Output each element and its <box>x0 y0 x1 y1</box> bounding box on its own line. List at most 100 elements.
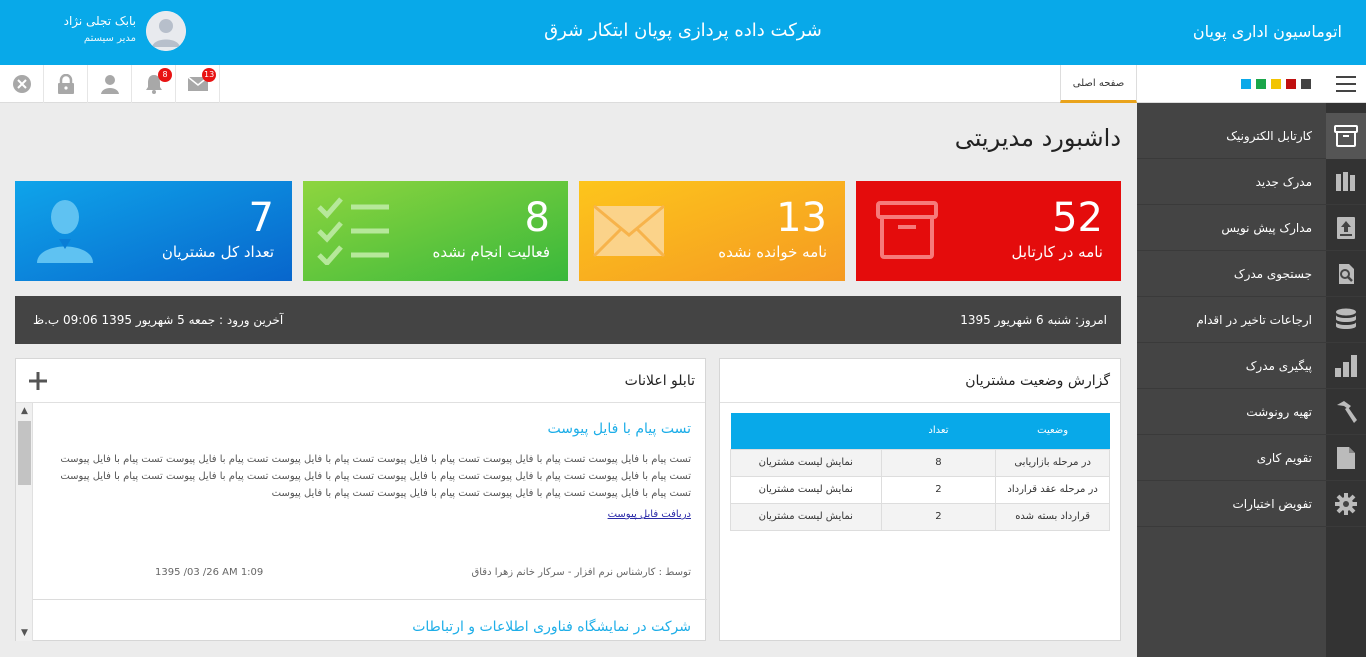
theme-swatch[interactable] <box>1241 79 1251 89</box>
bulletin-body: تست پیام با فایل پیوست تست پیام با فایل … <box>60 454 691 499</box>
company-name: شرکت داده پردازی پویان ابتکار شرق <box>544 20 822 41</box>
sidebar-item-delegation[interactable]: تفویض اختیارات <box>1137 481 1366 527</box>
tile-label: فعالیت انجام نشده <box>432 243 550 261</box>
theme-swatch[interactable] <box>1256 79 1266 89</box>
sidebar-item-label: تفویض اختیارات <box>1232 497 1312 511</box>
gear-icon <box>1326 481 1366 527</box>
list-item: تست پیام با فایل پیوست تست پیام با فایل … <box>33 421 707 521</box>
date-info-bar: امروز: شنبه 6 شهریور 1395 آخرین ورود : ج… <box>15 296 1121 344</box>
lock-icon <box>57 74 74 94</box>
sidebar-item-delayed[interactable]: ارجاعات تاخیر در اقدام <box>1137 297 1366 343</box>
sidebar-item-cartable[interactable]: کارتابل الکترونیک <box>1137 113 1366 159</box>
tile-label: نامه خوانده نشده <box>718 243 827 261</box>
archive-box-icon <box>876 201 938 259</box>
user-role: مدیر سیستم <box>83 33 136 44</box>
lock-button[interactable] <box>44 65 88 103</box>
sidebar-item-new-doc[interactable]: مدرک جدید <box>1137 159 1366 205</box>
chart-blocks-icon <box>1326 343 1366 389</box>
sidebar-item-label: مدرک جدید <box>1255 175 1312 189</box>
tile-label: نامه در کارتابل <box>1011 243 1103 261</box>
list-item: شرکت در نمایشگاه فناوری اطلاعات و ارتباط… <box>33 619 707 635</box>
books-icon <box>1326 159 1366 205</box>
upload-doc-icon <box>1326 205 1366 251</box>
scroll-down-icon[interactable]: ▼ <box>16 625 33 641</box>
tile-cartable[interactable]: 52 نامه در کارتابل <box>856 181 1121 281</box>
profile-button[interactable] <box>88 65 132 103</box>
tile-value: 8 <box>524 195 550 241</box>
customer-report-table: وضعیت تعداد در مرحله بازاریابی 8 نمایش ل… <box>730 413 1110 531</box>
tile-value: 13 <box>776 195 827 241</box>
document-icon <box>1326 435 1366 481</box>
table-row: در مرحله عقد قرارداد 2 نمایش لیست مشتریا… <box>730 475 1110 504</box>
checklist-icon <box>317 197 389 265</box>
column-header: وضعیت <box>995 413 1110 449</box>
customer-icon <box>37 200 93 263</box>
table-row: قرارداد بسته شده 2 نمایش لیست مشتریان <box>730 502 1110 531</box>
sidebar-item-search[interactable]: جستجوی مدرک <box>1137 251 1366 297</box>
table-row: در مرحله بازاریابی 8 نمایش لیست مشتریان <box>730 448 1110 477</box>
sidebar-item-copy[interactable]: تهیه رونوشت <box>1137 389 1366 435</box>
user-name: بابک تجلی نژاد <box>63 14 136 28</box>
database-icon <box>1326 297 1366 343</box>
sidebar-item-label: تقویم کاری <box>1256 451 1312 465</box>
sidebar-item-calendar[interactable]: تقویم کاری <box>1137 435 1366 481</box>
scroll-up-icon[interactable]: ▲ <box>16 403 33 419</box>
messages-badge: 13 <box>202 68 217 82</box>
sidebar-item-label: ارجاعات تاخیر در اقدام <box>1196 313 1312 327</box>
customer-report-panel: گزارش وضعیت مشتریان وضعیت تعداد در مرحله… <box>719 358 1121 641</box>
tile-value: 52 <box>1052 195 1103 241</box>
sidebar-item-label: کارتابل الکترونیک <box>1226 129 1312 143</box>
search-doc-icon <box>1326 251 1366 297</box>
panel-title: تابلو اعلانات <box>624 373 695 389</box>
bulletin-title[interactable]: شرکت در نمایشگاه فناوری اطلاعات و ارتباط… <box>33 619 707 635</box>
today-date: امروز: شنبه 6 شهریور 1395 <box>960 313 1107 327</box>
bulletin-date: 1395 /03 /26 AM 1:09 <box>155 567 264 578</box>
last-login: آخرین ورود : جمعه 5 شهریور 1395 09:06 ب.… <box>33 313 284 327</box>
mail-icon <box>593 205 665 257</box>
tab-home[interactable]: صفحه اصلی <box>1060 65 1137 103</box>
tile-label: تعداد کل مشتریان <box>161 243 274 261</box>
user-icon <box>100 75 119 94</box>
user-info[interactable]: بابک تجلی نژاد مدیر سیستم <box>56 12 136 48</box>
sidebar: کارتابل الکترونیک مدرک جدید مدارک پیش نو… <box>1137 103 1366 657</box>
panel-title: گزارش وضعیت مشتریان <box>965 373 1110 389</box>
page-title: داشبورد مدیریتی <box>954 124 1121 152</box>
tile-customers[interactable]: 7 تعداد کل مشتریان <box>15 181 292 281</box>
sidebar-item-tracking[interactable]: پیگیری مدرک <box>1137 343 1366 389</box>
bulletin-title[interactable]: تست پیام با فایل پیوست <box>33 421 707 437</box>
app-brand: اتوماسیون اداری پویان <box>1192 22 1342 41</box>
column-header <box>730 413 882 449</box>
bulletin-author: توسط : کارشناس نرم افزار - سرکار خانم زه… <box>471 567 691 578</box>
toolbar: 8 13 صفحه اصلی <box>0 65 1366 103</box>
sidebar-item-drafts[interactable]: مدارک پیش نویس <box>1137 205 1366 251</box>
tile-unread[interactable]: 13 نامه خوانده نشده <box>579 181 845 281</box>
theme-swatch[interactable] <box>1301 79 1311 89</box>
hammer-icon <box>1326 389 1366 435</box>
column-header: تعداد <box>881 413 996 449</box>
tile-tasks[interactable]: 8 فعالیت انجام نشده <box>303 181 568 281</box>
menu-toggle-icon[interactable] <box>1336 76 1356 92</box>
show-customers-link[interactable]: نمایش لیست مشتریان <box>730 475 882 504</box>
bulletin-board-panel: تابلو اعلانات ▲ ▼ تست پیام با فایل پیوست… <box>15 358 707 641</box>
close-button[interactable] <box>0 65 44 103</box>
show-customers-link[interactable]: نمایش لیست مشتریان <box>730 502 882 531</box>
messages-button[interactable]: 13 <box>176 65 220 103</box>
download-attachment-link[interactable]: دریافت فایل پیوست <box>608 509 691 520</box>
theme-swatch[interactable] <box>1271 79 1281 89</box>
avatar-icon <box>146 11 186 51</box>
notifications-badge: 8 <box>158 68 172 82</box>
sidebar-item-label: مدارک پیش نویس <box>1221 221 1312 235</box>
bulletin-list: تست پیام با فایل پیوست تست پیام با فایل … <box>33 403 707 641</box>
show-customers-link[interactable]: نمایش لیست مشتریان <box>730 448 882 477</box>
sidebar-item-label: جستجوی مدرک <box>1233 267 1312 281</box>
archive-box-icon <box>1326 113 1366 159</box>
close-icon <box>12 75 31 93</box>
scrollbar[interactable]: ▲ ▼ <box>16 403 33 641</box>
theme-swatch[interactable] <box>1286 79 1296 89</box>
top-header: اتوماسیون اداری پویان شرکت داده پردازی پ… <box>0 0 1366 65</box>
notifications-button[interactable]: 8 <box>132 65 176 103</box>
avatar[interactable] <box>146 11 186 51</box>
add-icon[interactable] <box>28 371 48 391</box>
theme-swatches <box>1241 79 1311 89</box>
sidebar-item-label: تهیه رونوشت <box>1246 405 1312 419</box>
